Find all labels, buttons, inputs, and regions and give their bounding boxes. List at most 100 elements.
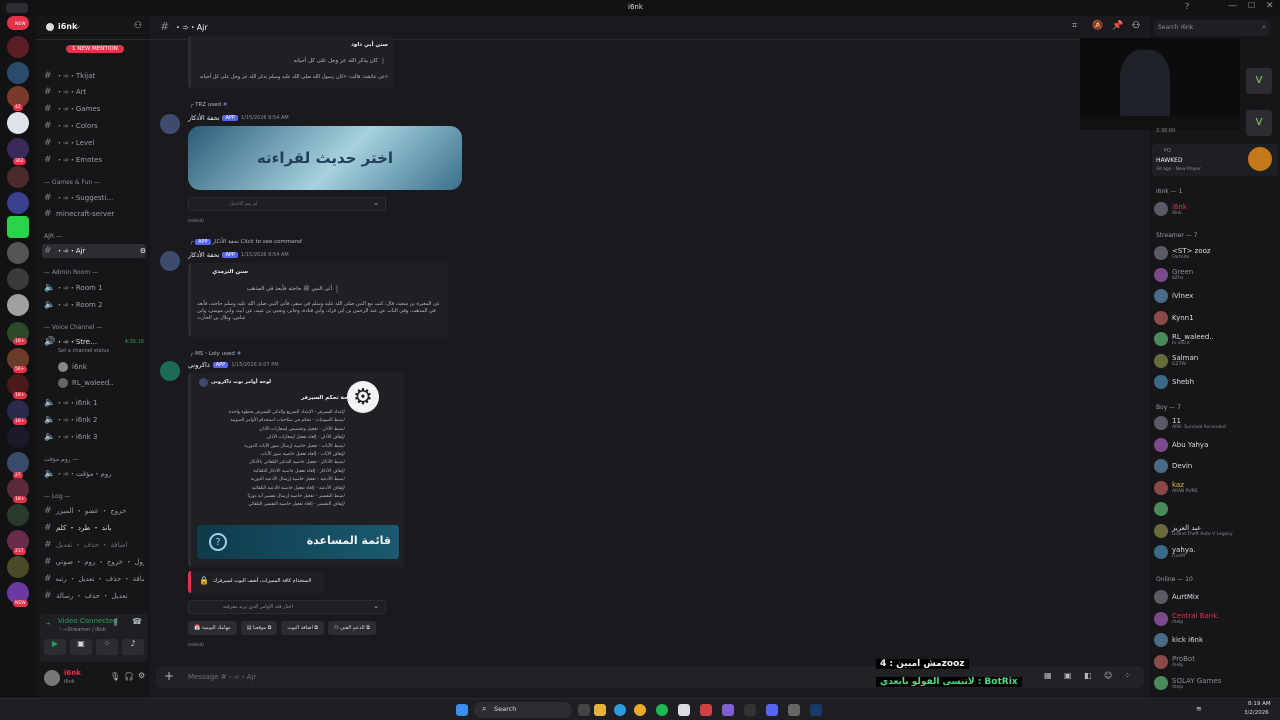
voice-temp-room[interactable]: 🔈 ・➾・روم・مؤقت: [44, 467, 144, 481]
member-row[interactable]: kick i6nk: [1154, 631, 1278, 649]
spotify-icon[interactable]: [656, 704, 668, 716]
search-input[interactable]: Search i6nk ⌕: [1154, 20, 1270, 36]
discord-icon[interactable]: [766, 704, 778, 716]
add-attachment-icon[interactable]: +: [164, 669, 174, 683]
member-row[interactable]: Kynn1: [1154, 309, 1278, 327]
activities-button[interactable]: ⁘: [96, 639, 118, 655]
disconnect-icon[interactable]: ☎: [132, 617, 142, 626]
headphones-icon[interactable]: 🎧: [124, 672, 134, 681]
message-author[interactable]: ذاكروني: [188, 361, 210, 369]
member-row[interactable]: 11 ARK: Survival Ascended: [1154, 414, 1278, 432]
avatar[interactable]: [44, 670, 60, 686]
minimize-icon[interactable]: —: [1228, 1, 1237, 11]
server-icon[interactable]: [7, 242, 29, 264]
add-member-icon[interactable]: ⚇: [134, 21, 142, 31]
server-icon[interactable]: [7, 112, 29, 134]
server-icon[interactable]: [7, 62, 29, 84]
member-row[interactable]: yahya. FiveM: [1154, 543, 1278, 561]
server-icon[interactable]: [7, 556, 29, 578]
member-row[interactable]: عبد العزيز Grand Theft Auto V Legacy: [1154, 522, 1278, 540]
settings-gear-icon[interactable]: ⚙: [138, 671, 145, 680]
channel-level[interactable]: # ・➾・Level: [44, 136, 144, 150]
soundboard-button[interactable]: ♪: [122, 639, 144, 655]
channel-colors[interactable]: # ・➾・Colors: [44, 119, 144, 133]
channel-tkijat[interactable]: # ・➾・Tkijat: [44, 69, 144, 83]
log-channel[interactable]: # تعديل ・ حذف ・ رسالة: [44, 589, 144, 603]
set-channel-status[interactable]: Set a channel status: [58, 348, 109, 354]
voice-i6nk-2[interactable]: 🔈 ・➾・i6nk 2: [44, 413, 144, 427]
maximize-icon[interactable]: ☐: [1248, 1, 1255, 10]
member-row[interactable]: Salman GZ7W: [1154, 352, 1278, 370]
kick-server-icon[interactable]: [7, 216, 29, 238]
message-author[interactable]: تحفة الأذكار: [188, 114, 219, 122]
taskbar-time[interactable]: 8:19 AM: [1248, 701, 1271, 707]
server-icon[interactable]: [7, 138, 29, 160]
activity-card[interactable]: PO HAWKED 3d ago · New Player: [1152, 144, 1278, 176]
member-row[interactable]: RL_waleed.. In voice: [1154, 330, 1278, 348]
app-icon[interactable]: [722, 704, 734, 716]
category-games-fun[interactable]: — Games & Fun —: [44, 179, 100, 186]
microphone-icon[interactable]: 🎙: [110, 672, 120, 681]
member-row[interactable]: Shebh: [1154, 373, 1278, 391]
taskbar-date[interactable]: 3/2/2026: [1244, 710, 1269, 716]
sticker-icon[interactable]: ◧: [1084, 671, 1092, 680]
app-icon[interactable]: [788, 704, 800, 716]
category-log[interactable]: — Log —: [44, 493, 71, 500]
log-channel[interactable]: # خروج ・ عضو ・ الميزر: [44, 504, 144, 518]
hadith-select[interactable]: لم يتم الاختيار ⌄: [188, 197, 386, 211]
gif-icon[interactable]: ▣: [1064, 671, 1072, 680]
category-temp-room[interactable]: روم مؤقت —: [44, 456, 78, 463]
camera-button[interactable]: ▶: [44, 639, 66, 655]
server-icon[interactable]: [7, 294, 29, 316]
category-select[interactable]: اختار فئة الاوامر الذي تريد معرفته ⌄: [188, 600, 386, 614]
voice-i6nk-1[interactable]: 🔈 ・➾・i6nk 1: [44, 396, 144, 410]
reply-reference[interactable]: ╭ MS・Loly used #: [190, 349, 241, 357]
member-row[interactable]: AurtMix: [1154, 588, 1278, 606]
member-row[interactable]: iVinex: [1154, 287, 1278, 305]
voice-user[interactable]: i6nk: [58, 360, 144, 374]
server-icon[interactable]: [7, 426, 29, 448]
channel-games[interactable]: # ・➾・Games: [44, 102, 144, 116]
message-author[interactable]: تحفة الأذكار: [188, 251, 219, 259]
support-button[interactable]: ⚇ الدعم الفني ⧉: [328, 621, 376, 635]
file-explorer-icon[interactable]: [594, 704, 606, 716]
server-icon[interactable]: [7, 504, 29, 526]
emoji-icon[interactable]: ☺: [1104, 671, 1112, 680]
threads-icon[interactable]: ⌗: [1072, 21, 1077, 31]
server-icon[interactable]: [7, 36, 29, 58]
server-icon[interactable]: [7, 268, 29, 290]
app-icon[interactable]: [744, 704, 756, 716]
log-channel[interactable]: # اضافة ・ حذف ・ تعديل: [44, 538, 144, 552]
noise-icon[interactable]: ⫼: [114, 618, 118, 628]
category-voice-channel[interactable]: — Voice Channel —: [44, 324, 102, 331]
server-icon[interactable]: [7, 452, 29, 474]
member-row[interactable]: <ST> zooz Fortnite: [1154, 244, 1278, 262]
member-row[interactable]: Central Bank./help: [1154, 610, 1278, 628]
daily-tasks-button[interactable]: 📅 مهامك اليومية: [188, 621, 237, 635]
channel-emotes[interactable]: # ・➾・Emotes: [44, 153, 144, 167]
windows-start-icon[interactable]: [456, 704, 468, 716]
member-row[interactable]: Abu Yahya: [1154, 436, 1278, 454]
log-channel[interactable]: # رول ・ خروج ・ روم ・ صوتي: [44, 555, 144, 569]
channel-suggestions[interactable]: # ・➾・Suggesti…: [44, 191, 144, 205]
nav-back-icon[interactable]: [6, 3, 28, 13]
voice-i6nk-3[interactable]: 🔈 ・➾・i6nk 3: [44, 430, 144, 444]
server-icon[interactable]: [7, 192, 29, 214]
help-icon[interactable]: ?: [1185, 2, 1189, 11]
member-row[interactable]: kaz ARAB PURE: [1154, 479, 1278, 497]
channel-ajr-active[interactable]: # ・➾・Ajr ⚙: [42, 244, 146, 258]
log-channel[interactable]: # باند ・ طرد ・ كلم: [44, 521, 144, 535]
mention-banner[interactable]: 1 NEW MENTION: [66, 45, 124, 53]
steam-icon[interactable]: [810, 704, 822, 716]
member-row[interactable]: i6nk i6nk: [1154, 200, 1278, 218]
voice-room-1[interactable]: 🔈 ・➾・Room 1: [44, 281, 144, 295]
avatar[interactable]: [160, 114, 180, 134]
reply-reference[interactable]: ╭ APP تحفة الأذكار Click to see command: [190, 239, 302, 245]
log-channel[interactable]: # اضافة ・ حذف ・ تعديل ・ رتبه: [44, 572, 144, 586]
game-icon[interactable]: V: [1246, 68, 1272, 94]
add-bot-button[interactable]: اضافة البوت ⧉: [281, 621, 325, 635]
app-icon[interactable]: [678, 704, 690, 716]
member-row[interactable]: ProBot/help: [1154, 653, 1278, 671]
notifications-icon[interactable]: 🔕: [1092, 21, 1103, 31]
category-admin-room[interactable]: — Admin Room —: [44, 269, 98, 276]
